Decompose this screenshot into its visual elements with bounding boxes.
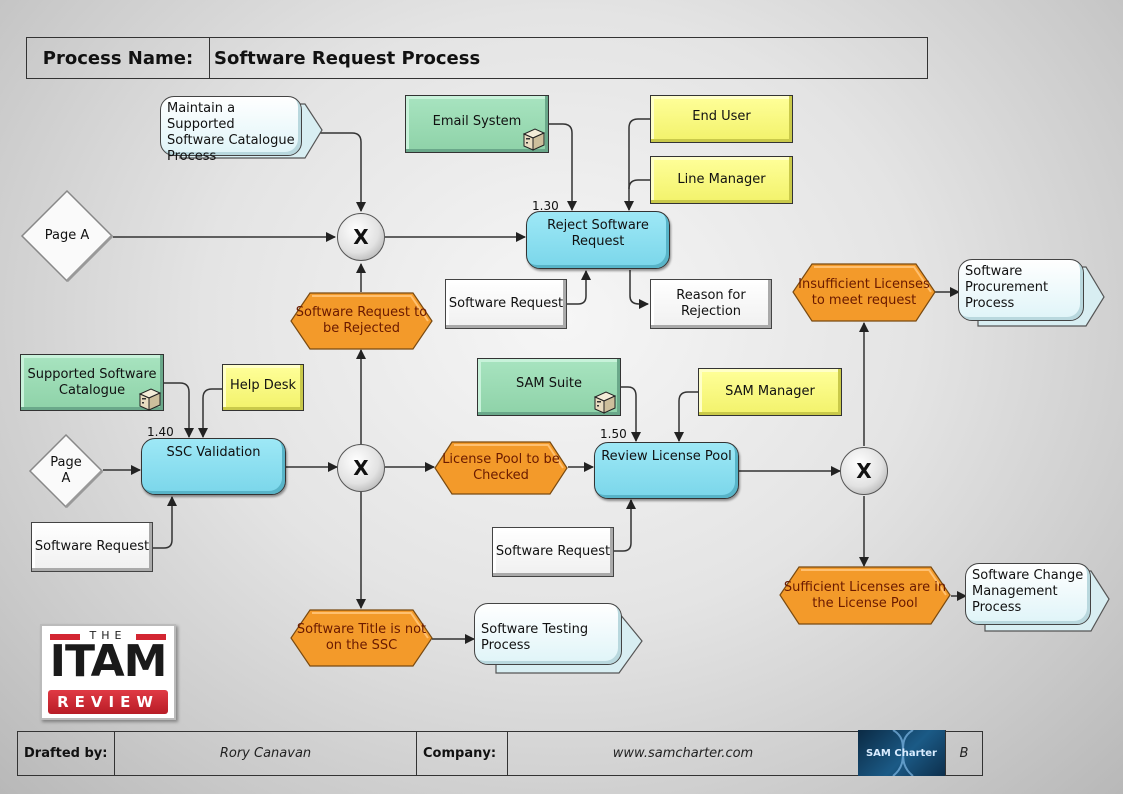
drafted-by-value: Rory Canavan [115, 732, 417, 775]
org-unit-label: Line Manager [677, 172, 766, 187]
process-name-value: Software Request Process [214, 47, 481, 69]
xor-label: X [353, 456, 369, 480]
server-icon [138, 388, 162, 411]
org-unit-end-user[interactable]: End User [650, 95, 793, 143]
event-label: License Pool to be Checked [442, 452, 560, 483]
function-number: 1.40 [147, 425, 174, 439]
org-unit-label: SAM Manager [725, 384, 815, 399]
company-value: www.samcharter.com [612, 746, 754, 761]
logo-itam: ITAM [49, 636, 168, 687]
event-license-pool-to-be-checked[interactable]: License Pool to be Checked [434, 441, 568, 495]
xor-gateway[interactable]: X [337, 213, 385, 261]
edge [628, 179, 650, 190]
xor-label: X [856, 459, 872, 483]
function-label: Reject Software Request [547, 218, 649, 249]
xor-label: X [353, 225, 369, 249]
process-interface-change-mgmt[interactable]: Software Change Management Process [965, 563, 1111, 635]
edge [629, 270, 649, 309]
function-label: Review License Pool [601, 449, 732, 464]
footer-table: Drafted by: Rory Canavan Company: www.sa… [17, 730, 983, 776]
info-software-request[interactable]: Software Request [492, 527, 614, 577]
page-connector-label: Page A [50, 455, 82, 486]
process-name-label: Process Name: [27, 38, 210, 78]
org-unit-sam-manager[interactable]: SAM Manager [698, 368, 842, 416]
function-ssc-validation[interactable]: SSC Validation [141, 438, 286, 495]
process-interface-label: Maintain a Supported Software Catalogue … [160, 96, 302, 164]
edge [153, 496, 177, 549]
edge [614, 499, 636, 552]
info-software-request[interactable]: Software Request [31, 522, 153, 572]
event-label: Software Request to be Rejected [295, 305, 428, 336]
process-interface-label: Software Change Management Process [965, 563, 1091, 625]
function-number: 1.50 [600, 427, 627, 441]
edge [674, 391, 698, 442]
event-software-request-rejected[interactable]: Software Request to be Rejected [290, 292, 433, 350]
page-connector-page-a[interactable]: Page A [28, 433, 104, 509]
edge [198, 388, 222, 438]
event-label: Software Title is not on the SSC [296, 622, 427, 653]
page-connector-page-a[interactable]: Page A [20, 189, 114, 283]
system-label: SAM Suite [516, 376, 582, 391]
process-interface-maintain-ssc[interactable]: Maintain a Supported Software Catalogue … [160, 96, 323, 164]
sam-charter-label: SAM Charter [865, 747, 937, 759]
process-interface-procurement[interactable]: Software Procurement Process [958, 259, 1106, 329]
xor-gateway[interactable]: X [840, 447, 888, 495]
event-software-title-not-on-ssc[interactable]: Software Title is not on the SSC [290, 609, 433, 667]
process-interface-label: Software Testing Process [474, 603, 622, 665]
function-reject-software-request[interactable]: Reject Software Request [526, 211, 670, 269]
server-icon [522, 128, 546, 151]
system-label: Email System [432, 114, 522, 129]
server-icon [593, 391, 617, 414]
itam-review-logo: THE ITAM REVIEW [40, 624, 176, 720]
xor-gateway[interactable]: X [337, 444, 385, 492]
process-name-header: Process Name: Software Request Process [26, 37, 928, 79]
org-unit-label: End User [692, 109, 751, 124]
sam-charter-logo: SAM Charter [858, 730, 946, 776]
info-label: Software Request [448, 296, 564, 311]
edge [567, 270, 591, 305]
edge [624, 118, 650, 211]
org-unit-line-manager[interactable]: Line Manager [650, 156, 793, 204]
process-interface-label: Software Procurement Process [958, 259, 1084, 321]
event-label: Insufficient Licenses to meet request [798, 276, 930, 308]
info-label: Software Request [34, 539, 150, 554]
event-sufficient-licenses[interactable]: Sufficient Licenses are in the License P… [779, 566, 951, 625]
org-unit-label: Help Desk [229, 377, 297, 393]
company-label: Company: [417, 732, 508, 775]
revision-value: B [959, 746, 969, 761]
event-insufficient-licenses[interactable]: Insufficient Licenses to meet request [792, 263, 936, 322]
edge [548, 123, 577, 211]
logo-review: REVIEW [48, 690, 168, 714]
info-reason-for-rejection[interactable]: Reason for Rejection [650, 279, 772, 329]
page-connector-label: Page A [44, 228, 90, 243]
event-label: Sufficient Licenses are in the License P… [783, 579, 947, 611]
info-software-request[interactable]: Software Request [445, 279, 567, 329]
drafted-by-label: Drafted by: [18, 732, 115, 775]
function-label: SSC Validation [166, 445, 261, 460]
info-label: Reason for Rejection [676, 288, 746, 319]
process-interface-testing[interactable]: Software Testing Process [474, 603, 644, 675]
function-review-license-pool[interactable]: Review License Pool [594, 442, 739, 499]
org-unit-help-desk[interactable]: Help Desk [222, 364, 304, 411]
info-label: Software Request [495, 544, 611, 559]
